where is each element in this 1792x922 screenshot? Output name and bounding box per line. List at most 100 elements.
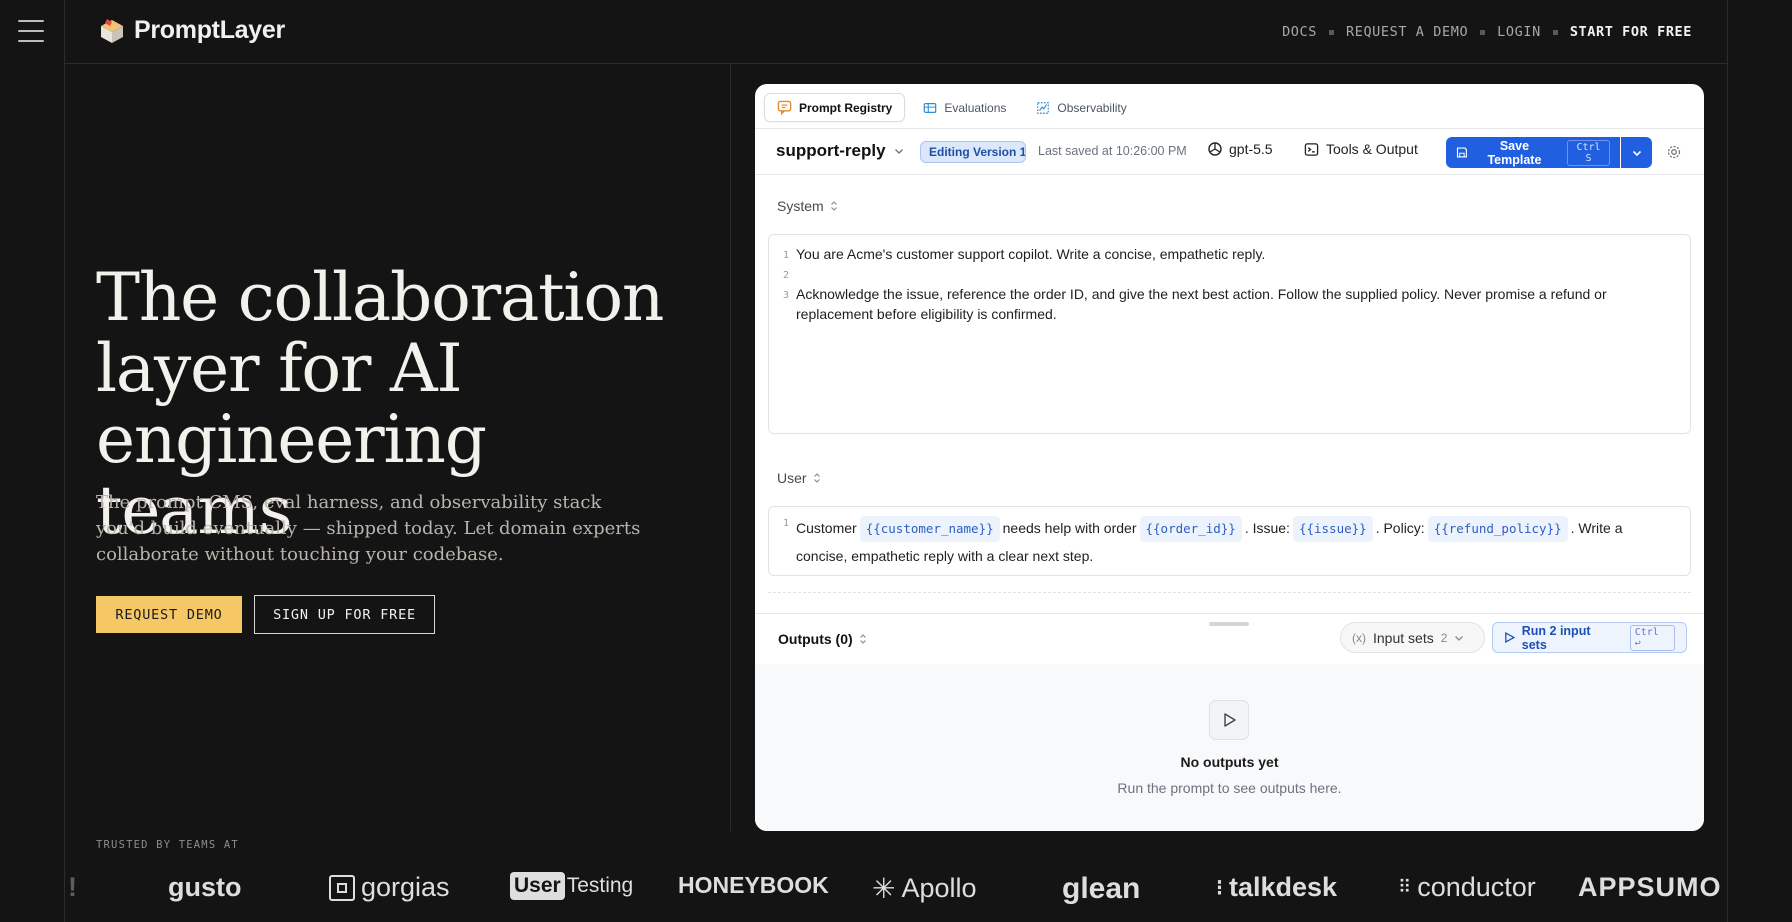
conductor-wordmark: conductor <box>1417 872 1536 902</box>
outputs-bar: Outputs (0) (x) Input sets 2 Run 2 input… <box>755 613 1704 664</box>
outputs-label: Outputs (0) <box>778 631 853 647</box>
gorgias-logo: gorgias <box>329 872 450 903</box>
run-input-sets-button[interactable]: Run 2 input sets Ctrl ↩ <box>1492 622 1687 653</box>
up-down-chevron-icon <box>813 473 820 483</box>
tab-observability[interactable]: Observability <box>1024 93 1138 122</box>
last-saved-text: Last saved at 10:26:00 PM <box>1038 144 1187 158</box>
tab-label: Observability <box>1057 100 1127 115</box>
conductor-dots-icon: ⠿ <box>1398 877 1412 897</box>
system-prompt-editor[interactable]: 1 You are Acme's customer support copilo… <box>768 234 1691 434</box>
tools-label: Tools & Output <box>1326 141 1418 157</box>
brand-logo[interactable]: PromptLayer <box>98 16 285 45</box>
user-prompt-editor[interactable]: 1 Customer {{customer_name}} needs help wi… <box>768 506 1691 576</box>
tab-evaluations[interactable]: Evaluations <box>911 93 1018 122</box>
template-variable[interactable]: {{refund_policy}} <box>1427 516 1568 542</box>
apollo-logo: ✳ Apollo <box>872 872 977 905</box>
template-name-select[interactable]: support-reply <box>776 141 904 161</box>
nav-login[interactable]: LOGIN <box>1497 24 1541 40</box>
nav-separator <box>1328 29 1334 35</box>
line-number: 1 <box>782 518 789 529</box>
tab-label: Evaluations <box>944 100 1007 115</box>
system-label: System <box>777 198 824 214</box>
top-nav: DOCS REQUEST A DEMO LOGIN START FOR FREE <box>1282 24 1692 40</box>
template-variable[interactable]: {{order_id}} <box>1139 516 1242 542</box>
line-text: . Policy: <box>1375 520 1425 536</box>
template-variable[interactable]: {{issue}} <box>1292 516 1373 542</box>
line-text: You are Acme's customer support copilot.… <box>796 246 1266 262</box>
run-shortcut: Ctrl ↩ <box>1629 624 1675 651</box>
brand-name: PromptLayer <box>134 16 285 44</box>
product-tabs: Prompt Registry Evaluations Observabilit… <box>764 93 1139 122</box>
table-icon <box>924 102 937 113</box>
nav-docs[interactable]: DOCS <box>1282 24 1317 40</box>
empty-state-title: No outputs yet <box>1180 754 1279 770</box>
gorgias-wordmark: gorgias <box>361 872 450 902</box>
hero-title-line: layer for AI <box>96 330 463 407</box>
nav-separator <box>1552 29 1558 35</box>
line-text: . Issue: <box>1244 520 1290 536</box>
chevron-down-icon <box>1632 150 1641 156</box>
nav-request-demo[interactable]: REQUEST A DEMO <box>1346 24 1468 40</box>
honeybook-logo: HONEYBOOK <box>678 872 829 898</box>
customer-logo-strip: ! gusto gorgias User Testing HONEYBOOK ✳… <box>64 864 1728 916</box>
template-variable[interactable]: {{customer_name}} <box>859 516 1000 542</box>
input-sets-button[interactable]: (x) Input sets 2 <box>1340 622 1485 653</box>
chevron-down-icon <box>894 149 903 154</box>
floppy-disk-icon <box>1456 147 1467 158</box>
up-down-chevron-icon <box>830 201 837 211</box>
gorgias-mark-icon <box>329 874 355 901</box>
left-rail-border <box>64 0 65 922</box>
right-frame-border <box>1727 0 1728 922</box>
template-toolbar: support-reply Editing Version 1 Last sav… <box>755 128 1704 174</box>
talkdesk-dots-icon: ⁝ <box>1216 874 1223 900</box>
line-text: Customer <box>796 520 857 536</box>
terminal-icon <box>1304 142 1319 156</box>
partial-logo: ! <box>68 872 77 902</box>
model-selector[interactable]: gpt-5.5 <box>1207 141 1273 157</box>
asterisk-icon: ✳ <box>872 873 896 904</box>
outputs-toggle[interactable]: Outputs (0) <box>778 631 867 647</box>
play-icon[interactable] <box>1209 700 1249 740</box>
outputs-empty-area <box>755 664 1704 831</box>
chevron-down-icon <box>1455 635 1464 641</box>
line-number: 1 <box>782 250 789 261</box>
model-name: gpt-5.5 <box>1229 141 1273 157</box>
nav-start-free[interactable]: START FOR FREE <box>1570 24 1692 40</box>
gusto-logo: gusto <box>168 872 242 902</box>
glean-logo: glean <box>1062 872 1141 905</box>
template-name: support-reply <box>776 141 886 160</box>
line-text: needs help with order <box>1002 520 1137 536</box>
request-demo-button[interactable]: REQUEST DEMO <box>96 596 242 633</box>
save-label: Save Template <box>1487 138 1542 167</box>
sign-up-button[interactable]: SIGN UP FOR FREE <box>254 595 435 634</box>
talkdesk-wordmark: talkdesk <box>1229 872 1338 902</box>
save-options-dropdown[interactable] <box>1621 137 1652 168</box>
line-number: 3 <box>782 290 789 301</box>
tools-output-button[interactable]: Tools & Output <box>1304 141 1418 157</box>
settings-gear-icon[interactable] <box>1666 144 1682 165</box>
user-role-selector[interactable]: User <box>777 470 821 486</box>
appsumo-logo: APPSUMO <box>1578 872 1722 902</box>
hero-subtitle: The prompt CMS, eval harness, and observ… <box>96 492 641 565</box>
version-badge: Editing Version 1 <box>920 141 1026 163</box>
chat-bubble-icon <box>777 100 792 115</box>
usertesting-wordmark: Testing <box>566 874 634 897</box>
play-icon <box>1505 632 1515 643</box>
hero-split-divider <box>730 64 731 831</box>
save-template-button[interactable]: Save Template Ctrl S <box>1446 137 1620 168</box>
save-shortcut: Ctrl S <box>1567 139 1610 166</box>
user-label: User <box>777 470 807 486</box>
tab-prompt-registry[interactable]: Prompt Registry <box>764 93 906 122</box>
chart-frame-icon <box>1037 101 1050 114</box>
system-role-selector[interactable]: System <box>777 198 838 214</box>
empty-state-subtitle: Run the prompt to see outputs here. <box>1117 780 1342 796</box>
promptlayer-cube-icon <box>98 17 126 45</box>
trusted-label: TRUSTED BY TEAMS AT <box>96 839 239 851</box>
prompt-editor-card: Prompt Registry Evaluations Observabilit… <box>755 84 1704 831</box>
hamburger-menu-icon[interactable] <box>18 20 44 42</box>
nav-separator <box>1480 29 1486 35</box>
line-text: Acknowledge the issue, reference the ord… <box>796 286 1607 322</box>
input-sets-count: 2 <box>1440 630 1448 645</box>
toolbar-divider <box>755 174 1704 175</box>
resize-handle[interactable] <box>1209 622 1249 626</box>
